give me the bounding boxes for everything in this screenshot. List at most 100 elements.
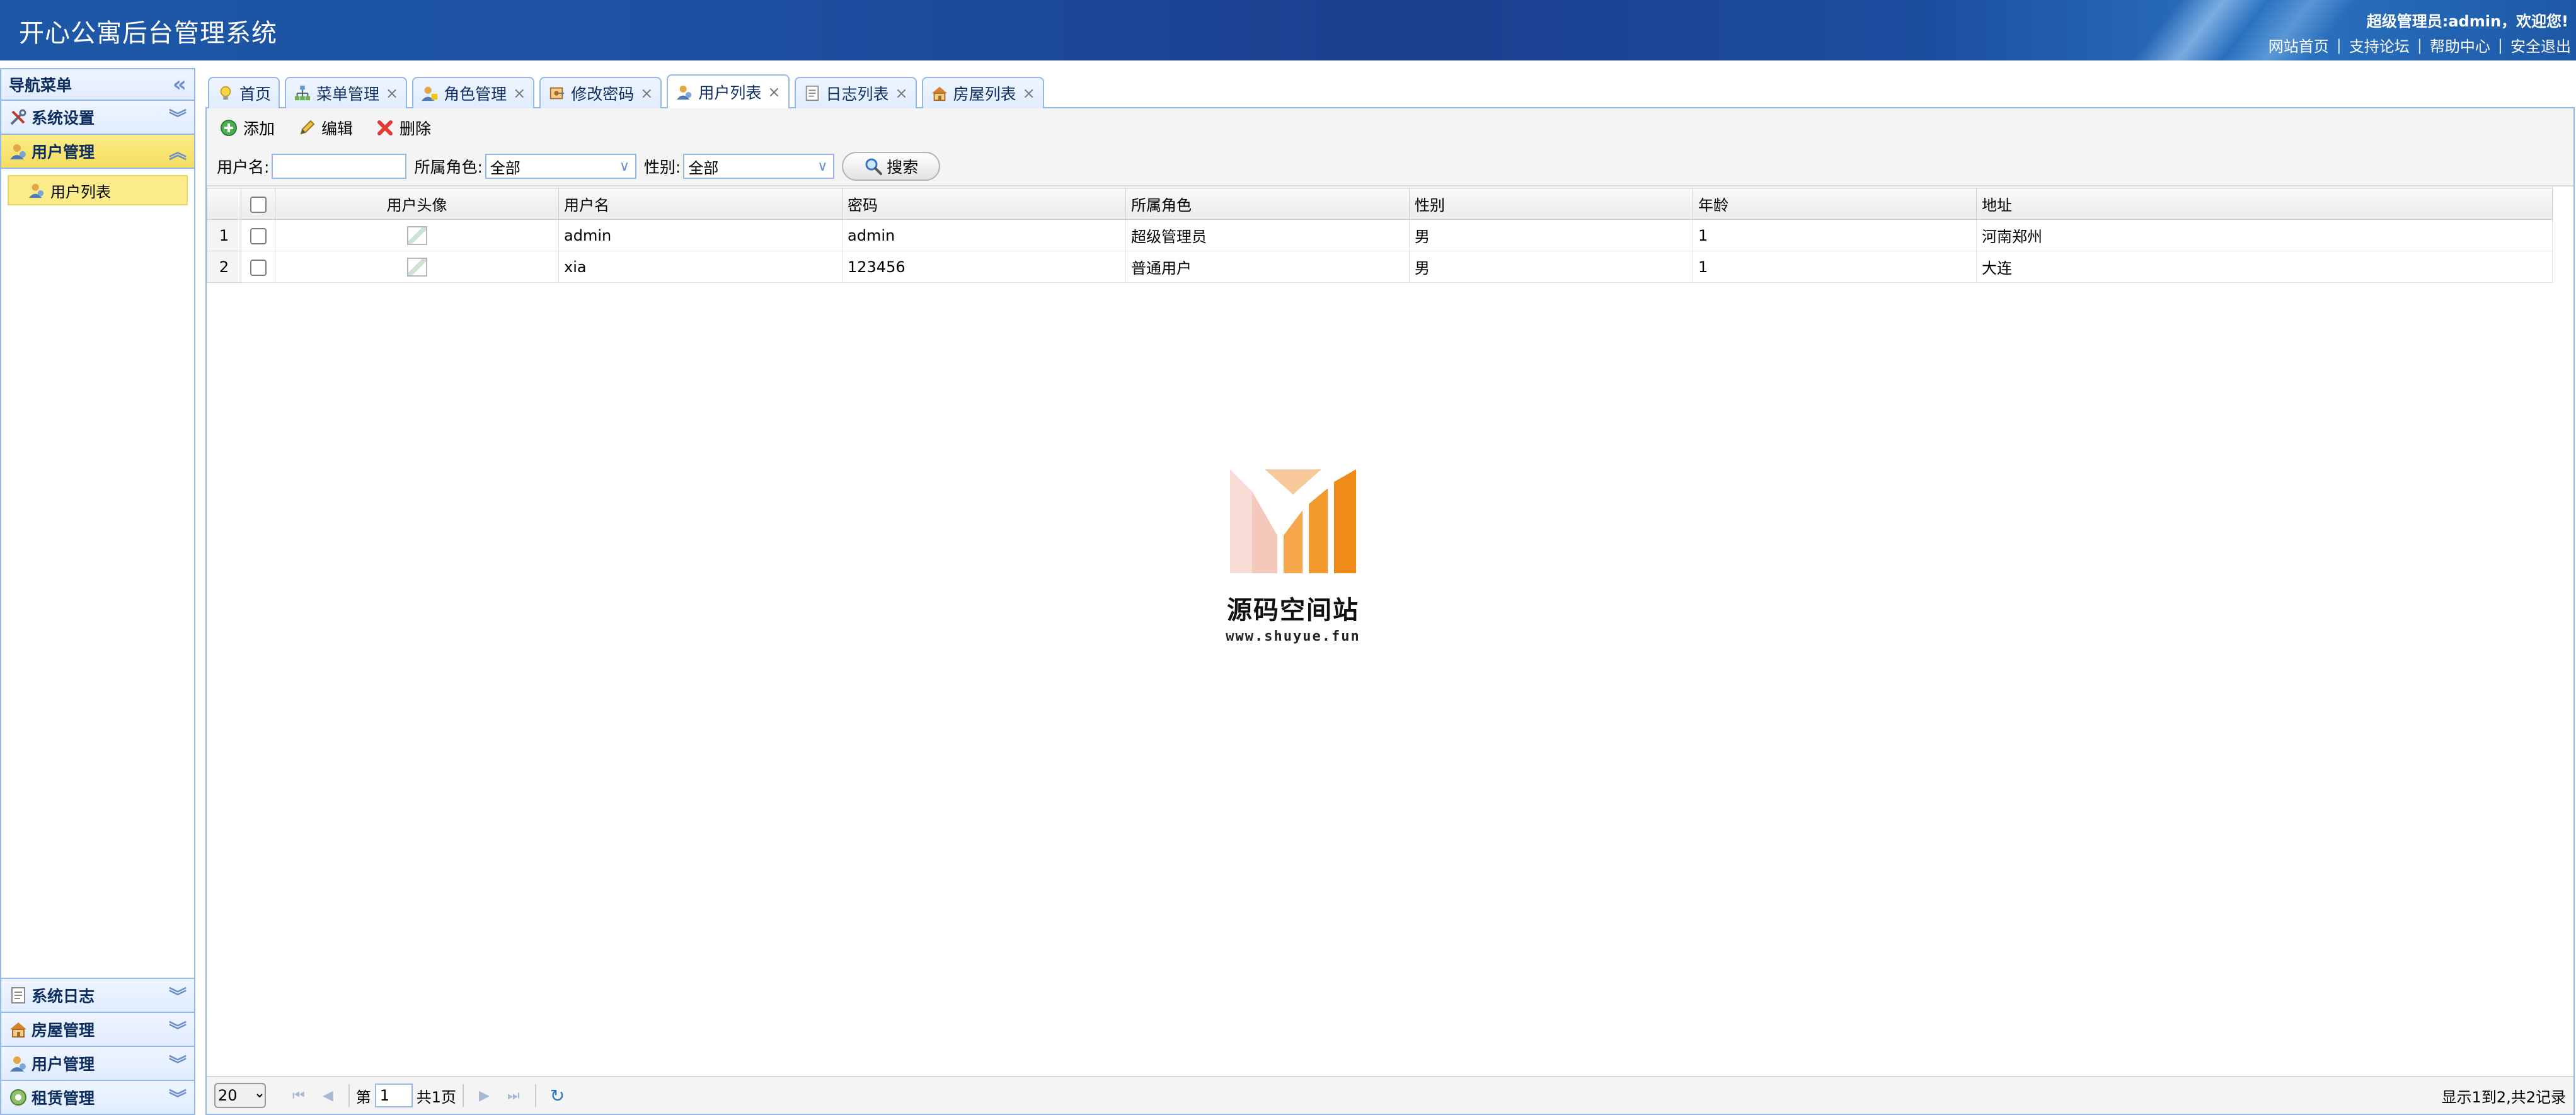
tab-role-management[interactable]: 角色管理 × [412,77,535,108]
log-icon [803,84,821,102]
table-row[interactable]: 2 xia 123456 普通用户 男 1 大连 [207,251,2553,283]
add-label: 添加 [243,120,275,138]
tab-label: 日志列表 [825,85,889,103]
tab-label: 修改密码 [571,85,635,103]
role-icon [421,84,439,102]
record-info: 显示1到2,共2记录 [2441,1088,2566,1106]
delete-icon [376,118,394,137]
age-cell: 1 [1693,219,1977,251]
chevron-down-icon[interactable]: ∨ [614,155,635,178]
column-header-role[interactable]: 所属角色 [1125,188,1410,220]
link-home[interactable]: 网站首页 [2268,34,2329,56]
nav-panel-label: 租赁管理 [32,1089,95,1107]
link-forum[interactable]: 支持论坛 [2349,34,2410,56]
row-checkbox-cell[interactable] [241,251,275,283]
tab-home[interactable]: 首页 [208,77,280,108]
nav-panel-label: 用户管理 [32,143,95,161]
column-header-password[interactable]: 密码 [842,188,1126,220]
app-title: 开心公寓后台管理系统 [19,19,277,48]
tab-house-list[interactable]: 房屋列表 × [921,77,1044,108]
previous-page-icon[interactable]: ◀ [323,1088,333,1104]
lease-icon [9,1088,28,1107]
add-button[interactable]: 添加 [219,117,275,139]
refresh-icon[interactable]: ↻ [550,1085,565,1106]
nav-panel-house-management[interactable]: 房屋管理 ︾ [1,1012,194,1046]
tab-label: 角色管理 [444,85,507,103]
tab-log-list[interactable]: 日志列表 × [794,77,917,108]
delete-button[interactable]: 删除 [376,117,431,139]
welcome-text: 超级管理员:admin，欢迎您! [2366,13,2568,30]
expand-down-icon[interactable]: ︾ [169,105,187,130]
row-checkbox[interactable] [250,259,267,276]
delete-label: 删除 [400,120,432,138]
tab-change-password[interactable]: 修改密码 × [539,77,662,108]
collapse-up-icon[interactable]: ︽ [169,139,187,164]
role-cell: 超级管理员 [1125,219,1410,251]
row-number: 2 [207,251,241,283]
tab-user-list[interactable]: 用户列表 × [667,74,790,108]
next-page-icon[interactable]: ▶ [479,1088,490,1104]
password-cell: admin [842,219,1126,251]
search-button[interactable]: 搜索 [842,152,941,181]
column-header-age[interactable]: 年龄 [1693,188,1977,220]
page-number-input[interactable] [374,1084,413,1107]
expand-down-icon[interactable]: ︾ [169,983,187,1008]
edit-button[interactable]: 编辑 [297,117,353,139]
user-table: 用户头像 用户名 密码 所属角色 性别 年龄 地址 1 admin admin … [207,188,2553,283]
row-checkbox-cell[interactable] [241,219,275,251]
avatar-cell [275,219,559,251]
user-icon [9,1054,28,1073]
role-select[interactable]: 全部 ∨ [485,154,636,179]
key-icon [548,84,566,102]
tab-content: 添加 编辑 删除 用户名: 所属角色: 全部 ∨ 性别: 全部 ∨ 搜索 用户头… [205,108,2575,1115]
watermark-text: 源码空间站 [1227,596,1359,625]
gender-select[interactable]: 全部 ∨ [683,154,835,179]
avatar-cell [275,251,559,283]
nav-panel-user-management[interactable]: 用户管理 ︽ [1,135,194,169]
username-label: 用户名: [217,158,270,176]
last-page-icon[interactable]: ⏭ [507,1088,520,1104]
navigation-panel: 导航菜单 « 系统设置 ︾ 用户管理 ︽ 用户列表 系统日志 ︾ 房屋管理 ︾ … [0,68,195,1115]
close-icon[interactable]: × [513,84,526,102]
first-page-icon[interactable]: ⏮ [292,1088,305,1104]
close-icon[interactable]: × [768,83,780,101]
select-all-checkbox[interactable] [250,196,267,213]
broken-image-icon [406,226,427,245]
tab-label: 首页 [239,85,272,103]
column-header-avatar[interactable]: 用户头像 [275,188,559,220]
role-cell: 普通用户 [1125,251,1410,283]
column-header-gender[interactable]: 性别 [1409,188,1693,220]
header-links: 网站首页 | 支持论坛 | 帮助中心 | 安全退出 [2268,34,2571,56]
age-cell: 1 [1693,251,1977,283]
collapse-left-icon[interactable]: « [173,74,187,95]
tab-menu-management[interactable]: 菜单管理 × [285,77,408,108]
close-icon[interactable]: × [640,84,653,102]
select-all-checkbox-cell[interactable] [241,188,275,220]
watermark-url: www.shuyue.fun [1226,629,1360,644]
nav-panel-user-management-2[interactable]: 用户管理 ︾ [1,1046,194,1080]
link-logout[interactable]: 安全退出 [2510,34,2571,56]
link-help[interactable]: 帮助中心 [2430,34,2490,56]
column-header-username[interactable]: 用户名 [558,188,842,220]
gender-label: 性别: [643,158,681,176]
nav-panel-system-settings[interactable]: 系统设置 ︾ [1,101,194,135]
row-number: 1 [207,219,241,251]
expand-down-icon[interactable]: ︾ [169,1085,187,1110]
page-size-select[interactable]: 20 [214,1083,266,1108]
close-icon[interactable]: × [386,84,398,102]
username-input[interactable] [272,154,407,179]
tree-item-user-list[interactable]: 用户列表 [8,175,188,205]
expand-down-icon[interactable]: ︾ [169,1017,187,1042]
toolbar: 添加 编辑 删除 [207,108,2573,147]
chevron-down-icon[interactable]: ∨ [812,155,833,178]
nav-panel-system-log[interactable]: 系统日志 ︾ [1,978,194,1012]
nav-panel-lease-management[interactable]: 租赁管理 ︾ [1,1080,194,1114]
expand-down-icon[interactable]: ︾ [169,1051,187,1076]
nav-panel-label: 房屋管理 [32,1021,95,1039]
table-row[interactable]: 1 admin admin 超级管理员 男 1 河南郑州 [207,219,2553,251]
close-icon[interactable]: × [1023,84,1035,102]
row-checkbox[interactable] [250,227,267,244]
column-header-address[interactable]: 地址 [1976,188,2553,220]
close-icon[interactable]: × [895,84,908,102]
main-area: 首页 菜单管理 × 角色管理 × 修改密码 × 用户列表 × 日志列表 × 房屋… [205,68,2575,1115]
